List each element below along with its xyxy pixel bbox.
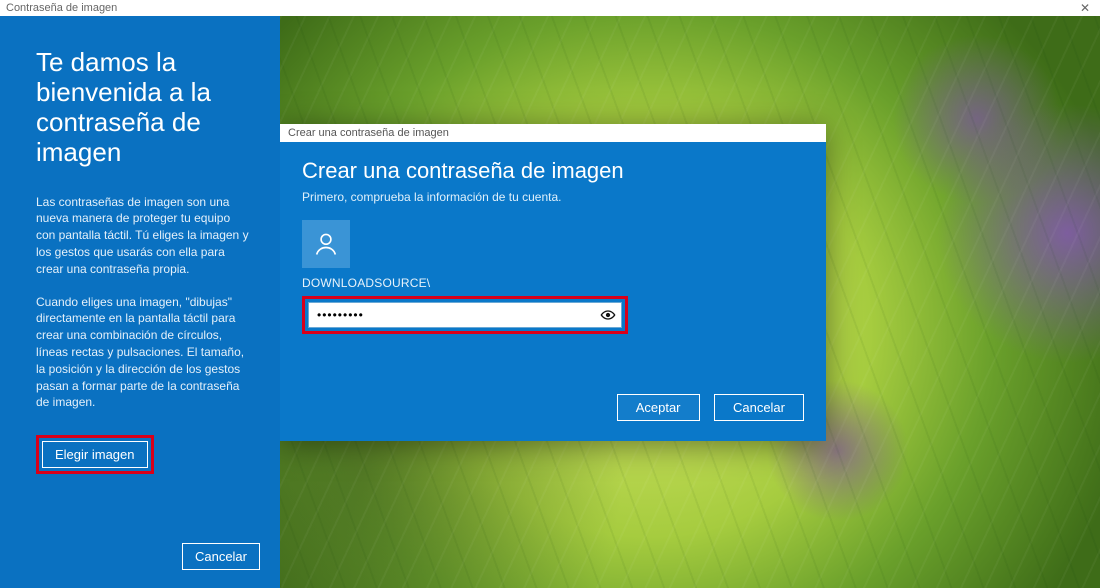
welcome-heading: Te damos la bienvenida a la contraseña d… xyxy=(36,48,250,168)
password-row xyxy=(308,302,622,328)
choose-image-button[interactable]: Elegir imagen xyxy=(42,441,148,468)
welcome-para1: Las contraseñas de imagen son una nueva … xyxy=(36,194,250,278)
welcome-panel: Te damos la bienvenida a la contraseña d… xyxy=(0,16,280,588)
user-avatar-icon xyxy=(302,220,350,268)
window-title: Contraseña de imagen xyxy=(6,2,117,14)
main-container: Te damos la bienvenida a la contraseña d… xyxy=(0,16,1100,588)
window-titlebar: Contraseña de imagen ✕ xyxy=(0,0,1100,16)
dialog-subtitle: Primero, comprueba la información de tu … xyxy=(302,190,804,204)
password-highlight xyxy=(302,296,628,334)
reveal-password-icon[interactable] xyxy=(595,303,621,327)
dialog-body: Crear una contraseña de imagen Primero, … xyxy=(280,142,826,441)
username-label: DOWNLOADSOURCE\ xyxy=(302,276,804,290)
choose-image-highlight: Elegir imagen xyxy=(36,435,154,474)
dialog-cancel-button[interactable]: Cancelar xyxy=(714,394,804,421)
password-input[interactable] xyxy=(309,308,595,322)
accept-button[interactable]: Aceptar xyxy=(617,394,700,421)
dialog-heading: Crear una contraseña de imagen xyxy=(302,158,804,184)
welcome-para2: Cuando eliges una imagen, "dibujas" dire… xyxy=(36,294,250,412)
create-password-dialog: Crear una contraseña de imagen Crear una… xyxy=(280,124,826,441)
dialog-titlebar: Crear una contraseña de imagen xyxy=(280,124,826,142)
close-icon[interactable]: ✕ xyxy=(1076,1,1094,15)
dialog-actions: Aceptar Cancelar xyxy=(302,334,804,421)
background-image-area: Crear una contraseña de imagen Crear una… xyxy=(280,16,1100,588)
welcome-cancel-button[interactable]: Cancelar xyxy=(182,543,260,570)
